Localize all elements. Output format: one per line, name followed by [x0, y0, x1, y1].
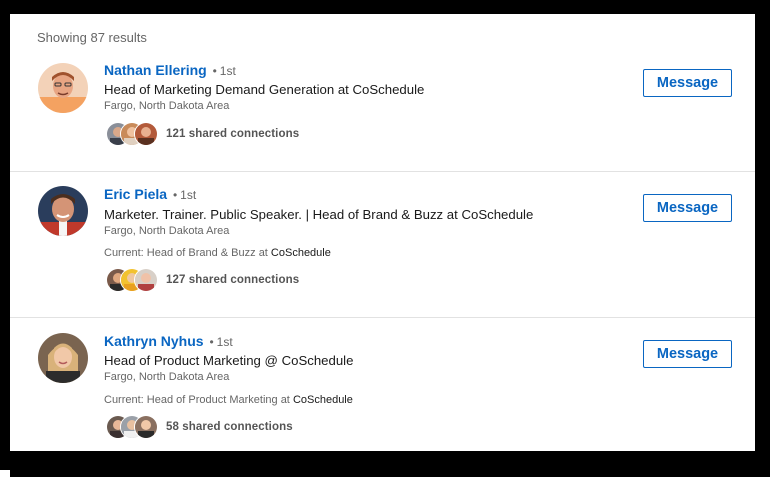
profile-name-link[interactable]: Eric Piela — [104, 186, 167, 202]
message-button[interactable]: Message — [643, 69, 732, 97]
connection-degree: • 1st — [172, 188, 197, 202]
connection-degree: • 1st — [212, 64, 236, 78]
shared-connections[interactable]: 58 shared connections — [106, 414, 293, 440]
screenshot-frame-right — [755, 14, 770, 477]
profile-avatar[interactable] — [38, 63, 88, 113]
message-button[interactable]: Message — [643, 340, 732, 368]
message-button[interactable]: Message — [643, 194, 732, 222]
current-position: Current: Head of Brand & Buzz at CoSched… — [104, 247, 331, 259]
profile-location: Fargo, North Dakota Area — [104, 371, 230, 383]
profile-location: Fargo, North Dakota Area — [104, 100, 230, 112]
shared-connection-avatars — [106, 414, 162, 440]
profile-name-link[interactable]: Kathryn Nyhus — [104, 333, 204, 349]
current-company: CoSchedule — [292, 394, 353, 406]
current-position-text: Current: Head of Brand & Buzz at — [104, 247, 271, 259]
screenshot-frame-bottom — [10, 451, 770, 477]
screenshot-frame-corner — [0, 470, 10, 477]
shared-connections-count: 121 shared connections — [166, 128, 300, 140]
current-company: CoSchedule — [270, 247, 331, 259]
profile-headline: Head of Marketing Demand Generation at C… — [104, 82, 425, 97]
screenshot-frame-top — [0, 0, 770, 14]
screenshot-frame-left — [0, 0, 10, 470]
profile-avatar[interactable] — [38, 186, 88, 236]
shared-connections[interactable]: 127 shared connections — [106, 267, 299, 293]
current-position: Current: Head of Product Marketing at Co… — [104, 394, 353, 406]
shared-connections-count: 127 shared connections — [166, 274, 300, 286]
profile-avatar[interactable] — [38, 333, 88, 383]
shared-connection-avatars — [106, 267, 162, 293]
degree-label: 1st — [180, 188, 197, 202]
name-line: Eric Piela • 1st — [104, 186, 196, 202]
degree-label: 1st — [216, 335, 233, 349]
result-card: Nathan Ellering • 1st Head of Marketing D… — [10, 14, 755, 172]
result-card: Eric Piela • 1st Marketer. Trainer. Publi… — [10, 171, 755, 318]
result-card: Kathryn Nyhus • 1st Head of Product Marke… — [10, 317, 755, 451]
profile-headline: Head of Product Marketing @ CoSchedule — [104, 353, 354, 368]
name-line: Kathryn Nyhus • 1st — [104, 333, 233, 349]
shared-connection-avatars — [106, 121, 162, 147]
connection-degree: • 1st — [209, 335, 233, 349]
shared-connections[interactable]: 121 shared connections — [106, 121, 299, 147]
profile-name-link[interactable]: Nathan Ellering — [104, 62, 207, 78]
profile-location: Fargo, North Dakota Area — [104, 225, 230, 237]
profile-headline: Marketer. Trainer. Public Speaker. | Hea… — [104, 207, 534, 222]
shared-avatar — [134, 122, 158, 146]
search-results-panel: Showing 87 results Nathan Ellering • 1st … — [10, 14, 755, 451]
shared-avatar — [134, 415, 158, 439]
shared-connections-count: 58 shared connections — [166, 421, 293, 433]
current-position-text: Current: Head of Product Marketing at — [104, 394, 293, 406]
shared-avatar — [134, 268, 158, 292]
degree-label: 1st — [219, 64, 236, 78]
name-line: Nathan Ellering • 1st — [104, 62, 236, 78]
